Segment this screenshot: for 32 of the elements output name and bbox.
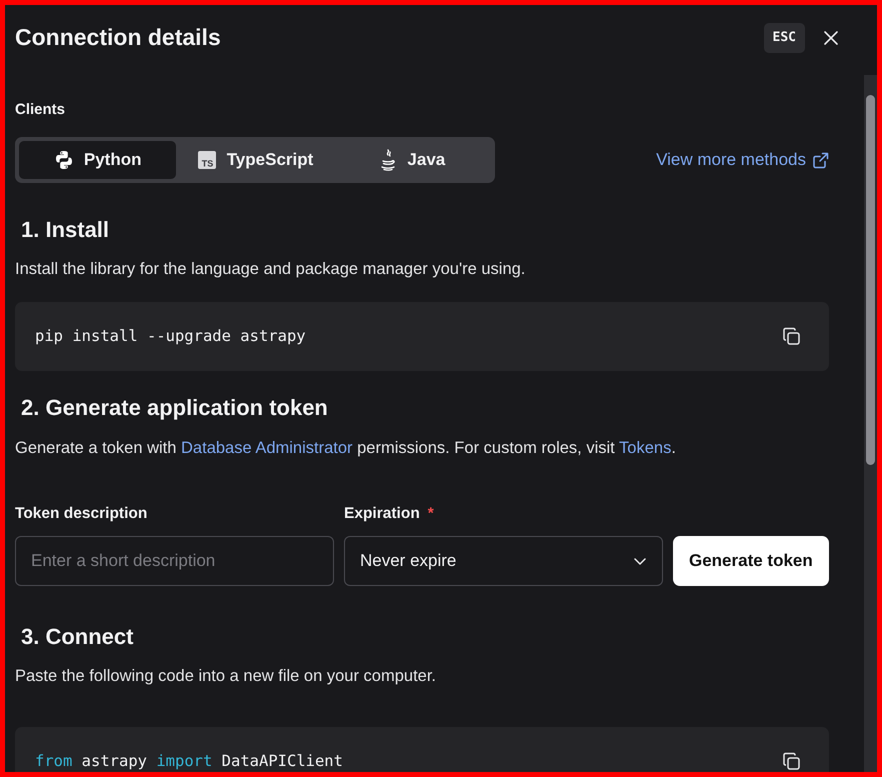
coffee-cup-icon (379, 149, 398, 171)
generate-token-button[interactable]: Generate token (673, 536, 829, 586)
section-label: Clients (15, 100, 66, 120)
copy-button[interactable] (782, 752, 801, 771)
step-description: Install the library for the language and package manager you're using. (15, 259, 526, 280)
step-heading: 2. Generate application token (20, 395, 329, 422)
step-description: Generate a token with Database Administrator permissions. For custom roles, visit Tokens. (15, 438, 677, 459)
escape-key-hint: ESC (764, 23, 805, 52)
required-marker: * (428, 504, 434, 524)
step-heading: 1. Install (20, 217, 110, 244)
inline-link[interactable]: Database Administrator (181, 438, 353, 457)
python-logo-icon (54, 150, 74, 170)
client-tab[interactable]: Java (334, 141, 491, 179)
token-description-field[interactable]: Enter a short description (15, 536, 334, 586)
close-icon (823, 30, 839, 46)
field-label: Expiration (344, 504, 420, 524)
inline-link[interactable]: Tokens (619, 438, 672, 457)
copy-icon (782, 327, 801, 346)
client-tab[interactable]: Python (19, 141, 176, 179)
step-heading: 3. Connect (20, 624, 134, 650)
copy-icon (782, 752, 801, 771)
typescript-logo-icon: TS (196, 150, 217, 170)
dialog-title: Connection details (15, 24, 221, 52)
field-label: Token description (15, 504, 148, 524)
external-link-icon (812, 152, 829, 168)
code-line: pip install --upgrade astrapy (35, 326, 306, 348)
expiration-dropdown[interactable]: Never expire (344, 536, 663, 586)
step-description: Paste the following code into a new file on your computer. (15, 666, 437, 687)
client-tab[interactable]: TS TypeScript (176, 141, 334, 179)
copy-button[interactable] (782, 327, 801, 346)
view-more-methods-link[interactable]: View more methods (656, 147, 829, 173)
code-line: from astrapy import DataAPIClient (35, 750, 343, 772)
